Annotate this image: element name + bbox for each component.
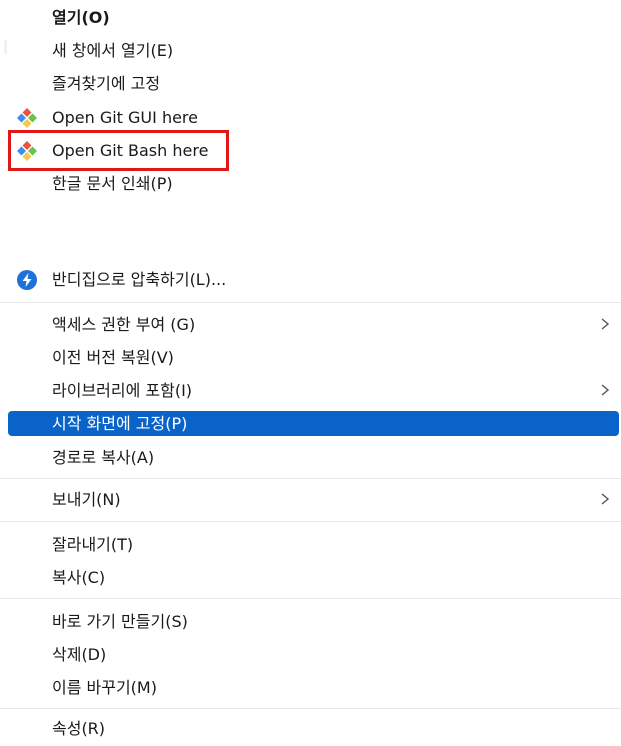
menu-item-copy-path[interactable]: 경로로 복사(A) bbox=[8, 442, 619, 475]
menu-item-restore-version[interactable]: 이전 버전 복원(V) bbox=[8, 342, 619, 375]
menu-item-label: 속성(R) bbox=[52, 719, 106, 738]
menu-item-label: 보내기(N) bbox=[52, 490, 121, 509]
menu-separator bbox=[0, 521, 621, 522]
highlight-callout-box bbox=[8, 130, 229, 171]
menu-item-open-new-window[interactable]: 새 창에서 열기(E) bbox=[8, 35, 619, 68]
menu-item-label: 라이브러리에 포함(I) bbox=[52, 381, 193, 400]
menu-item-label: 이름 바꾸기(M) bbox=[52, 678, 157, 697]
menu-separator bbox=[0, 302, 621, 303]
menu-item-label: 즐겨찾기에 고정 bbox=[52, 74, 161, 93]
menu-item-label: 반디집으로 압축하기(L)... bbox=[52, 270, 227, 289]
menu-item-label: 삭제(D) bbox=[52, 645, 107, 664]
menu-item-label: 새 창에서 열기(E) bbox=[52, 41, 174, 60]
menu-item-send-to[interactable]: 보내기(N) bbox=[8, 484, 619, 517]
menu-item-label: 열기(O) bbox=[52, 8, 110, 27]
menu-item-rename[interactable]: 이름 바꾸기(M) bbox=[8, 672, 619, 705]
menu-item-label: 이전 버전 복원(V) bbox=[52, 348, 174, 367]
menu-item-grant-access[interactable]: 액세스 권한 부여 (G) bbox=[8, 309, 619, 342]
menu-item-label: 액세스 권한 부여 (G) bbox=[52, 315, 196, 334]
menu-item-properties[interactable]: 속성(R) bbox=[8, 713, 619, 746]
chevron-right-icon bbox=[601, 318, 610, 330]
menu-item-label: Open Git GUI here bbox=[52, 108, 198, 127]
menu-separator bbox=[0, 708, 621, 709]
chevron-right-icon bbox=[601, 493, 610, 505]
menu-item-cut[interactable]: 잘라내기(T) bbox=[8, 529, 619, 562]
chevron-right-icon bbox=[601, 384, 610, 396]
menu-item-open[interactable]: 열기(O) bbox=[8, 2, 619, 35]
menu-separator bbox=[0, 598, 621, 599]
menu-item-label: 한글 문서 인쇄(P) bbox=[52, 174, 173, 193]
menu-item-create-shortcut[interactable]: 바로 가기 만들기(S) bbox=[8, 606, 619, 639]
menu-item-label: 시작 화면에 고정(P) bbox=[52, 414, 188, 433]
menu-separator bbox=[0, 478, 621, 479]
menu-item-hangul-print[interactable]: 한글 문서 인쇄(P) bbox=[8, 168, 619, 201]
context-menu: 열기(O) 새 창에서 열기(E) 즐겨찾기에 고정 Open Git GUI … bbox=[0, 0, 621, 746]
menu-item-pin-favorites[interactable]: 즐겨찾기에 고정 bbox=[8, 68, 619, 101]
menu-item-copy[interactable]: 복사(C) bbox=[8, 562, 619, 595]
menu-item-include-library[interactable]: 라이브러리에 포함(I) bbox=[8, 375, 619, 408]
menu-item-pin-start[interactable]: 시작 화면에 고정(P) bbox=[8, 411, 619, 436]
menu-item-label: 잘라내기(T) bbox=[52, 535, 134, 554]
edge-artifact bbox=[4, 40, 7, 54]
menu-item-label: 바로 가기 만들기(S) bbox=[52, 612, 188, 631]
menu-item-delete[interactable]: 삭제(D) bbox=[8, 639, 619, 672]
menu-item-label: 경로로 복사(A) bbox=[52, 448, 155, 467]
bandizip-lightning-icon bbox=[17, 270, 37, 290]
menu-item-label: 복사(C) bbox=[52, 568, 106, 587]
git-diamond-icon bbox=[17, 108, 37, 128]
menu-item-bandizip[interactable]: 반디집으로 압축하기(L)... bbox=[8, 264, 619, 297]
